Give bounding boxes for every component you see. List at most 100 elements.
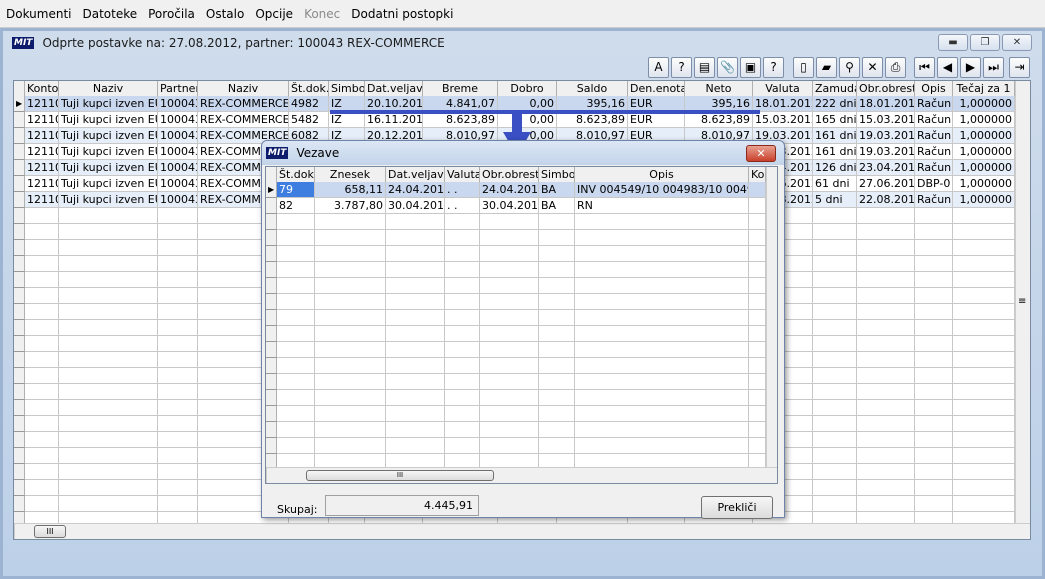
row-indicator[interactable] bbox=[14, 432, 25, 448]
horizontal-scroll-thumb[interactable]: III bbox=[34, 525, 66, 538]
row-indicator[interactable] bbox=[14, 192, 25, 208]
table-cell[interactable]: . . bbox=[445, 198, 480, 214]
column-header[interactable]: Koc bbox=[749, 167, 766, 183]
table-cell[interactable]: 100043 bbox=[158, 176, 198, 192]
table-cell[interactable]: 12110 bbox=[25, 144, 59, 160]
current-row-indicator[interactable]: ▶ bbox=[14, 96, 25, 112]
table-cell[interactable]: IZ bbox=[329, 112, 365, 128]
table-cell[interactable]: 79 bbox=[277, 182, 315, 198]
minimize-button[interactable]: ▬ bbox=[938, 34, 968, 51]
toolbar-button-first-record[interactable]: ⏮ bbox=[914, 57, 935, 78]
table-cell[interactable]: BA bbox=[539, 198, 575, 214]
table-cell[interactable]: 82 bbox=[277, 198, 315, 214]
table-cell[interactable]: 15.03.2012 bbox=[753, 112, 813, 128]
table-cell[interactable]: 30.04.2012 bbox=[480, 198, 539, 214]
cancel-button[interactable]: Prekliči bbox=[701, 496, 773, 519]
current-row-indicator[interactable]: ▶ bbox=[266, 182, 277, 198]
table-cell[interactable]: 1,000000 bbox=[953, 160, 1015, 176]
table-cell[interactable]: 19.03.2012 bbox=[857, 128, 915, 144]
column-header[interactable]: Opis bbox=[575, 167, 749, 183]
table-cell[interactable]: Tuji kupci izven EU bbox=[59, 192, 158, 208]
toolbar-button-font[interactable]: A bbox=[648, 57, 669, 78]
row-indicator[interactable] bbox=[14, 256, 25, 272]
column-header[interactable]: Obr.obresti bbox=[857, 81, 915, 97]
table-cell[interactable]: 1,000000 bbox=[953, 128, 1015, 144]
row-indicator[interactable] bbox=[266, 198, 277, 214]
row-indicator[interactable] bbox=[14, 352, 25, 368]
row-indicator[interactable] bbox=[14, 112, 25, 128]
row-indicator[interactable] bbox=[14, 128, 25, 144]
row-indicator[interactable] bbox=[14, 384, 25, 400]
table-cell[interactable]: 30.04.2012 bbox=[386, 198, 445, 214]
row-indicator[interactable] bbox=[266, 422, 277, 438]
table-cell[interactable]: Tuji kupci izven EU bbox=[59, 128, 158, 144]
column-header[interactable]: Naziv bbox=[198, 81, 289, 97]
table-cell[interactable]: Račun bbox=[915, 160, 953, 176]
row-indicator[interactable] bbox=[266, 342, 277, 358]
column-header[interactable]: Saldo bbox=[557, 81, 628, 97]
table-cell[interactable]: REX-COMMERCE bbox=[198, 96, 289, 112]
table-cell[interactable]: 18.01.2012 bbox=[753, 96, 813, 112]
column-header[interactable]: Simbol bbox=[539, 167, 575, 183]
menu-opcije[interactable]: Opcije bbox=[255, 7, 293, 21]
dialog-vertical-scrollbar[interactable] bbox=[766, 167, 777, 467]
row-indicator[interactable] bbox=[14, 368, 25, 384]
table-cell[interactable]: 1,000000 bbox=[953, 144, 1015, 160]
column-header[interactable]: Obr.obresti bbox=[480, 167, 539, 183]
row-indicator[interactable] bbox=[266, 358, 277, 374]
menu-konec[interactable]: Konec bbox=[304, 7, 340, 21]
table-cell[interactable]: EUR bbox=[628, 96, 685, 112]
column-header[interactable]: Valuta bbox=[753, 81, 813, 97]
table-cell[interactable]: 395,16 bbox=[557, 96, 628, 112]
menu-ostalo[interactable]: Ostalo bbox=[206, 7, 244, 21]
table-cell[interactable]: 100043 bbox=[158, 128, 198, 144]
table-cell[interactable]: 4982 bbox=[289, 96, 329, 112]
toolbar-button-previous-record[interactable]: ◀ bbox=[937, 57, 958, 78]
table-cell[interactable]: Račun bbox=[915, 96, 953, 112]
table-cell[interactable]: 24.04.2012 bbox=[386, 182, 445, 198]
table-cell[interactable]: 100043 bbox=[158, 96, 198, 112]
table-cell[interactable]: 3.787,80 bbox=[315, 198, 386, 214]
table-cell[interactable]: 8.623,89 bbox=[685, 112, 753, 128]
table-cell[interactable]: 1,000000 bbox=[953, 112, 1015, 128]
table-cell[interactable]: 19.03.2012 bbox=[857, 144, 915, 160]
table-cell[interactable]: Tuji kupci izven EU bbox=[59, 144, 158, 160]
table-cell[interactable]: Tuji kupci izven EU bbox=[59, 112, 158, 128]
table-cell[interactable]: Tuji kupci izven EU bbox=[59, 176, 158, 192]
table-cell[interactable]: 222 dni bbox=[813, 96, 857, 112]
toolbar-button-delete[interactable]: ✕ bbox=[862, 57, 883, 78]
row-indicator[interactable] bbox=[14, 464, 25, 480]
column-header[interactable]: Dat.veljave bbox=[365, 81, 423, 97]
row-indicator[interactable] bbox=[266, 214, 277, 230]
toolbar-button-paperclip[interactable]: 📎 bbox=[717, 57, 738, 78]
column-header[interactable]: Dobro bbox=[498, 81, 557, 97]
column-header[interactable]: Dat.veljave bbox=[386, 167, 445, 183]
table-cell[interactable]: 12110 bbox=[25, 160, 59, 176]
row-indicator[interactable] bbox=[14, 448, 25, 464]
toolbar-button-next-record[interactable]: ▶ bbox=[960, 57, 981, 78]
table-cell[interactable]: Račun bbox=[915, 128, 953, 144]
toolbar-button-open-folder[interactable]: ▰ bbox=[816, 57, 837, 78]
row-indicator[interactable] bbox=[266, 230, 277, 246]
table-cell[interactable]: 18.01.2012 bbox=[857, 96, 915, 112]
column-header[interactable]: Den.enota bbox=[628, 81, 685, 97]
row-indicator[interactable] bbox=[14, 336, 25, 352]
table-cell[interactable]: 100043 bbox=[158, 112, 198, 128]
row-indicator[interactable] bbox=[14, 224, 25, 240]
row-indicator[interactable] bbox=[266, 438, 277, 454]
row-indicator[interactable] bbox=[14, 304, 25, 320]
toolbar-button-search[interactable]: ⚲ bbox=[839, 57, 860, 78]
toolbar-button-print[interactable]: ⎙ bbox=[885, 57, 906, 78]
table-cell[interactable]: 658,11 bbox=[315, 182, 386, 198]
column-header[interactable]: Valuta bbox=[445, 167, 480, 183]
table-cell[interactable]: Račun bbox=[915, 192, 953, 208]
row-indicator[interactable] bbox=[266, 262, 277, 278]
table-cell[interactable]: 61 dni bbox=[813, 176, 857, 192]
column-header[interactable]: Naziv bbox=[59, 81, 158, 97]
table-cell[interactable]: 12110 bbox=[25, 128, 59, 144]
dialog-close-button[interactable]: ✕ bbox=[746, 145, 776, 162]
dialog-horizontal-scroll-thumb[interactable]: III bbox=[306, 470, 494, 481]
table-cell[interactable]: REX-COMMERCE bbox=[198, 112, 289, 128]
table-cell[interactable]: 20.10.2011 bbox=[365, 96, 423, 112]
column-header[interactable]: Znesek bbox=[315, 167, 386, 183]
